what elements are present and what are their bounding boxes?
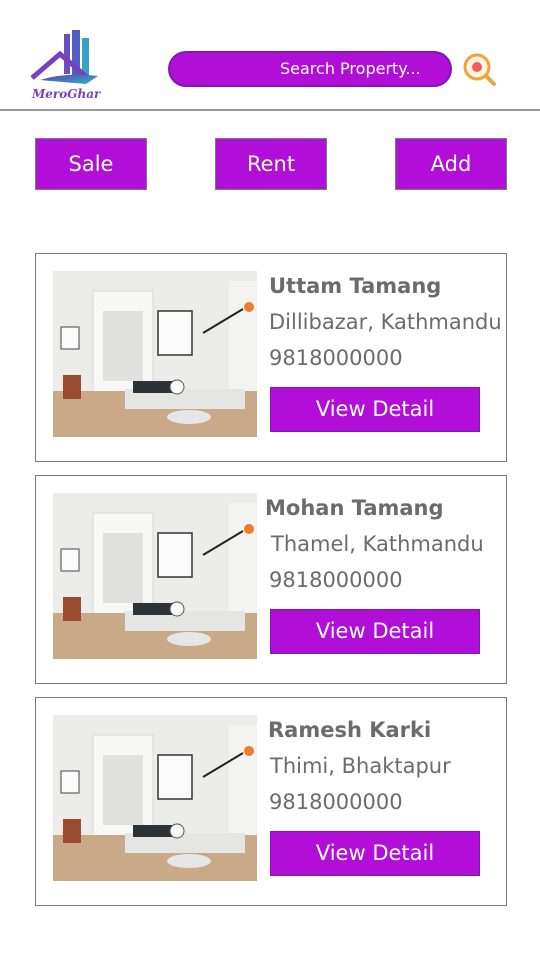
add-button[interactable]: Add [395,138,507,190]
owner-phone: 9818000000 [269,346,403,370]
view-detail-button[interactable]: View Detail [270,609,480,654]
listing-card[interactable]: Ramesh Karki Thimi, Bhaktapur 9818000000… [35,697,507,906]
owner-name: Ramesh Karki [268,718,432,742]
listing-card[interactable]: Mohan Tamang Thamel, Kathmandu 981800000… [35,475,507,684]
search-input[interactable]: Search Property... [168,51,452,87]
listing-card[interactable]: Uttam Tamang Dillibazar, Kathmandu 98180… [35,253,507,462]
search-icon[interactable] [460,50,500,90]
property-photo [53,493,257,659]
property-photo [53,715,257,881]
view-detail-button[interactable]: View Detail [270,387,480,432]
owner-name: Uttam Tamang [269,274,442,298]
owner-name: Mohan Tamang [265,496,444,520]
view-detail-button[interactable]: View Detail [270,831,480,876]
property-address: Thamel, Kathmandu [271,532,484,556]
logo-text: MeroGhar [32,87,101,101]
sale-button[interactable]: Sale [35,138,147,190]
owner-phone: 9818000000 [269,568,403,592]
owner-phone: 9818000000 [269,790,403,814]
app-header: MeroGhar Search Property... [0,0,540,111]
property-photo [53,271,257,437]
property-address: Dillibazar, Kathmandu [269,310,502,334]
rent-button[interactable]: Rent [215,138,327,190]
property-address: Thimi, Bhaktapur [270,754,451,778]
